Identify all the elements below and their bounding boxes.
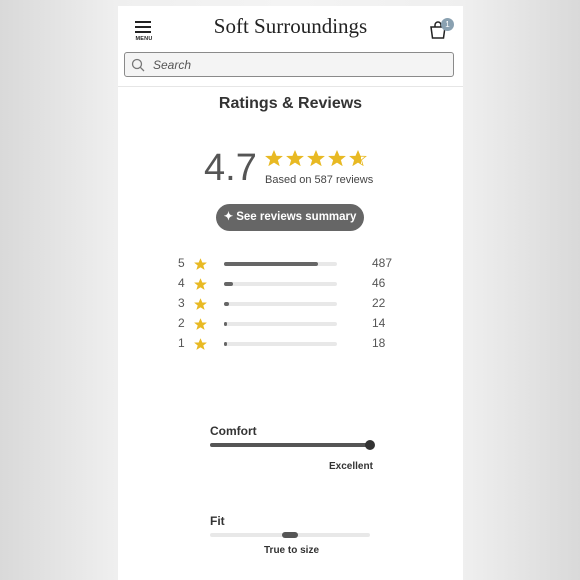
rating-row-count: 22 <box>372 296 386 310</box>
mobile-page: MENU Soft Surroundings 1 Search Ratings … <box>118 6 463 580</box>
fit-value: True to size <box>264 545 320 556</box>
search-input[interactable]: Search <box>124 52 454 77</box>
rating-row-count: 46 <box>372 276 386 290</box>
comfort-fill <box>210 443 370 447</box>
fit-marker <box>282 532 298 538</box>
rating-bar-fill <box>224 262 318 266</box>
star-icon <box>307 149 325 167</box>
rating-bar <box>224 282 337 286</box>
average-rating: 4.7 <box>204 147 257 189</box>
comfort-label: Comfort <box>210 424 257 438</box>
rating-bar <box>224 262 337 266</box>
star-icon <box>194 277 207 290</box>
rating-row-3[interactable]: 3 22 <box>178 296 398 312</box>
rating-bar-fill <box>224 302 229 306</box>
sparkle-icon: ✦ <box>223 211 234 223</box>
rating-row-stars: 2 <box>178 316 185 330</box>
star-icon <box>194 337 207 350</box>
reviews-summary-button[interactable]: ✦ See reviews summary <box>216 204 364 231</box>
rating-row-stars: 4 <box>178 276 185 290</box>
site-logo[interactable]: Soft Surroundings <box>118 14 463 39</box>
star-icon <box>328 149 346 167</box>
rating-bar <box>224 302 337 306</box>
comfort-marker <box>365 440 375 450</box>
reviews-summary-label: See reviews summary <box>236 211 357 223</box>
star-icon <box>194 297 207 310</box>
star-icon <box>286 149 304 167</box>
search-icon <box>131 58 145 72</box>
rating-bar-fill <box>224 282 234 286</box>
reviews-heading: Ratings & Reviews <box>218 95 363 112</box>
star-half-icon <box>349 149 367 167</box>
fit-slider <box>210 532 370 538</box>
rating-bar <box>224 342 337 346</box>
star-icon <box>194 257 207 270</box>
rating-bar <box>224 322 337 326</box>
star-icon <box>265 149 283 167</box>
rating-bar-fill <box>224 342 228 346</box>
rating-row-2[interactable]: 2 14 <box>178 316 398 332</box>
rating-row-count: 14 <box>372 316 386 330</box>
rating-row-stars: 5 <box>178 256 185 270</box>
comfort-value: Excellent <box>329 461 373 472</box>
cart-button[interactable]: 1 <box>428 16 454 42</box>
review-count-text: Based on 587 reviews <box>265 174 374 186</box>
site-header: MENU Soft Surroundings 1 Search <box>118 6 463 87</box>
average-star-rating <box>265 149 370 167</box>
search-placeholder: Search <box>153 58 192 72</box>
rating-row-stars: 1 <box>178 336 185 350</box>
rating-row-stars: 3 <box>178 296 185 310</box>
cart-count-badge: 1 <box>441 18 454 31</box>
fit-label: Fit <box>210 514 225 528</box>
comfort-slider <box>210 440 375 450</box>
rating-row-4[interactable]: 4 46 <box>178 276 398 292</box>
rating-bar-fill <box>224 322 228 326</box>
rating-row-count: 18 <box>372 336 386 350</box>
rating-row-1[interactable]: 1 18 <box>178 336 398 352</box>
rating-row-5[interactable]: 5 487 <box>178 256 398 272</box>
star-icon <box>194 317 207 330</box>
rating-row-count: 487 <box>372 256 393 270</box>
